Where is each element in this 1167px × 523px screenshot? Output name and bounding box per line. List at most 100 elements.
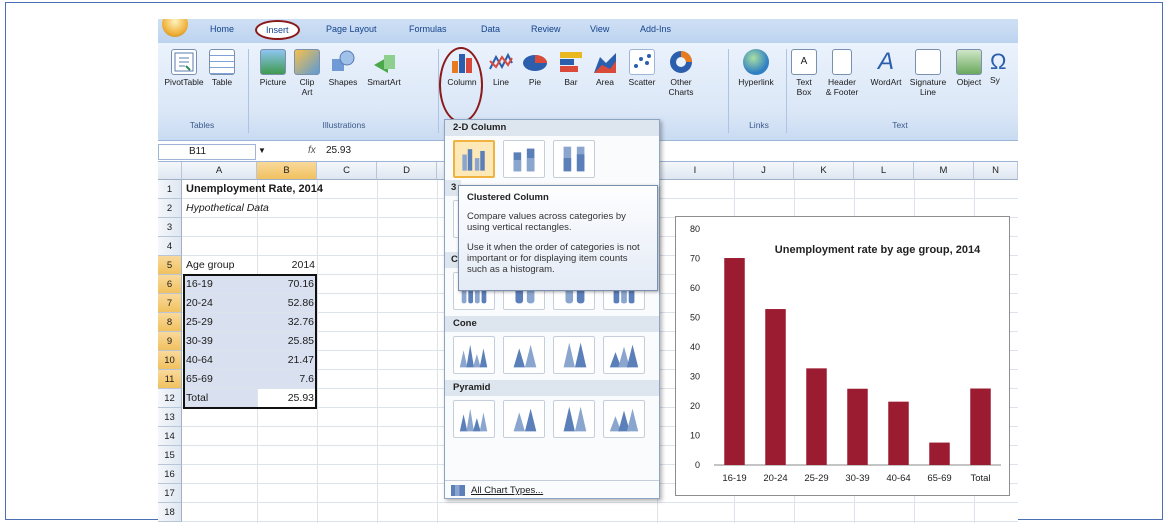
row-header[interactable]: 11 (158, 370, 182, 389)
line-chart-icon (488, 49, 514, 75)
ribbon-tab-bar: Home Insert Page Layout Formulas Data Re… (158, 19, 1018, 43)
cone-option-4[interactable] (603, 336, 645, 374)
smartart-button[interactable]: SmartArt (362, 49, 406, 87)
row-header[interactable]: 5 (158, 256, 182, 275)
column-header-m[interactable]: M (914, 162, 974, 180)
office-button[interactable] (162, 19, 188, 37)
sheet-subtitle-cell[interactable]: Hypothetical Data (184, 199, 271, 218)
tab-review[interactable]: Review (531, 24, 561, 34)
row-header[interactable]: 15 (158, 446, 182, 465)
clip-art-label-2: Art (301, 87, 313, 97)
signature-label: Signature (909, 77, 947, 87)
row-header[interactable]: 3 (158, 218, 182, 237)
section-2d-column: 2-D Column (445, 120, 659, 136)
row-header[interactable]: 14 (158, 427, 182, 446)
wordart-button[interactable]: A WordArt (866, 49, 906, 88)
column-chart[interactable]: 0 10 20 30 40 50 60 70 80 16-19 20-24 25-29 30-39 40-… (675, 216, 1010, 496)
bar-chart-button[interactable]: Bar (556, 49, 586, 87)
row-header[interactable]: 17 (158, 484, 182, 503)
x-tick-label: 30-39 (845, 473, 869, 484)
shapes-button[interactable]: Shapes (324, 49, 362, 87)
formula-input[interactable]: 25.93 (326, 145, 351, 156)
row-header[interactable]: 16 (158, 465, 182, 484)
tab-data[interactable]: Data (481, 24, 500, 34)
column-header-n[interactable]: N (974, 162, 1018, 180)
column-header-k[interactable]: K (794, 162, 854, 180)
text-box-label-2: Box (796, 87, 812, 97)
x-tick-label: Total (970, 473, 990, 484)
row-header[interactable]: 4 (158, 237, 182, 256)
column-header-b[interactable]: B (257, 162, 317, 180)
select-all-corner[interactable] (158, 162, 182, 180)
hyperlink-button[interactable]: Hyperlink (734, 49, 778, 87)
name-box-dropdown-icon[interactable]: ▼ (258, 146, 266, 155)
text-box-button[interactable]: A Text Box (790, 49, 818, 97)
header-footer-button[interactable]: Header & Footer (820, 49, 864, 97)
tab-page-layout[interactable]: Page Layout (326, 24, 377, 34)
symbol-label: Sy (990, 75, 1000, 85)
row-header[interactable]: 9 (158, 332, 182, 351)
pie-chart-button[interactable]: Pie (520, 49, 550, 87)
sheet-title-cell[interactable]: Unemployment Rate, 2014 (184, 180, 325, 199)
row-header[interactable]: 18 (158, 503, 182, 522)
column-header-c[interactable]: C (317, 162, 377, 180)
table-button[interactable]: Table (204, 49, 240, 87)
picture-button[interactable]: Picture (254, 49, 292, 87)
clustered-column-option[interactable] (453, 140, 495, 178)
group-separator (728, 49, 729, 133)
cone-option-2[interactable] (503, 336, 545, 374)
row-header[interactable]: 2 (158, 199, 182, 218)
name-box[interactable]: B11 (158, 144, 256, 160)
other-charts-button[interactable]: Other Charts (664, 49, 698, 97)
pyramid-option-2[interactable] (503, 400, 545, 438)
symbol-button[interactable]: Ω Sy (990, 49, 1018, 85)
chart-bar (970, 388, 991, 465)
pyramid-option-3[interactable] (553, 400, 595, 438)
clip-art-button[interactable]: Clip Art (292, 49, 322, 97)
row-header[interactable]: 10 (158, 351, 182, 370)
header-age-group-cell[interactable]: Age group (184, 256, 236, 275)
column-header-j[interactable]: J (734, 162, 794, 180)
row-header[interactable]: 7 (158, 294, 182, 313)
y-tick-label: 70 (690, 254, 700, 264)
function-icon[interactable]: fx (308, 145, 316, 156)
cone-option-1[interactable] (453, 336, 495, 374)
column-header-i[interactable]: I (657, 162, 734, 180)
pivottable-button[interactable]: PivotTable (162, 49, 206, 87)
stacked-column-option[interactable] (503, 140, 545, 178)
row-header[interactable]: 6 (158, 275, 182, 294)
column-header-a[interactable]: A (182, 162, 257, 180)
signature-label-2: Line (919, 87, 937, 97)
tab-home[interactable]: Home (210, 24, 234, 34)
area-chart-button[interactable]: Area (590, 49, 620, 87)
y-tick-label: 80 (690, 224, 700, 234)
all-chart-types-link[interactable]: All Chart Types... (445, 480, 659, 499)
figure-frame: Home Insert Page Layout Formulas Data Re… (5, 2, 1163, 523)
line-chart-button[interactable]: Line (486, 49, 516, 87)
cone-option-3[interactable] (553, 336, 595, 374)
bar-chart-icon (558, 49, 584, 75)
signature-line-button[interactable]: Signature Line (906, 49, 950, 97)
pyramid-option-1[interactable] (453, 400, 495, 438)
object-button[interactable]: Object (952, 49, 986, 87)
chart-plot: 0 10 20 30 40 50 60 70 80 16-19 20-24 25-29 30-39 40-… (690, 224, 1001, 484)
tab-view[interactable]: View (590, 24, 609, 34)
row-header[interactable]: 1 (158, 180, 182, 199)
chart-bar (765, 309, 786, 465)
header-year-cell[interactable]: 2014 (257, 256, 317, 275)
group-text: Text (892, 120, 908, 130)
row-header[interactable]: 13 (158, 408, 182, 427)
column-header-d[interactable]: D (377, 162, 437, 180)
tab-add-ins[interactable]: Add-Ins (640, 24, 671, 34)
tab-insert[interactable]: Insert (255, 20, 300, 40)
row-header[interactable]: 8 (158, 313, 182, 332)
row-header[interactable]: 12 (158, 389, 182, 408)
shapes-label: Shapes (328, 77, 358, 87)
scatter-chart-button[interactable]: Scatter (624, 49, 660, 87)
tab-formulas[interactable]: Formulas (409, 24, 447, 34)
column-header-l[interactable]: L (854, 162, 914, 180)
other-charts-label-2: Charts (668, 87, 694, 97)
all-chart-types-label: All Chart Types... (471, 485, 544, 496)
pyramid-option-4[interactable] (603, 400, 645, 438)
100-stacked-column-option[interactable] (553, 140, 595, 178)
